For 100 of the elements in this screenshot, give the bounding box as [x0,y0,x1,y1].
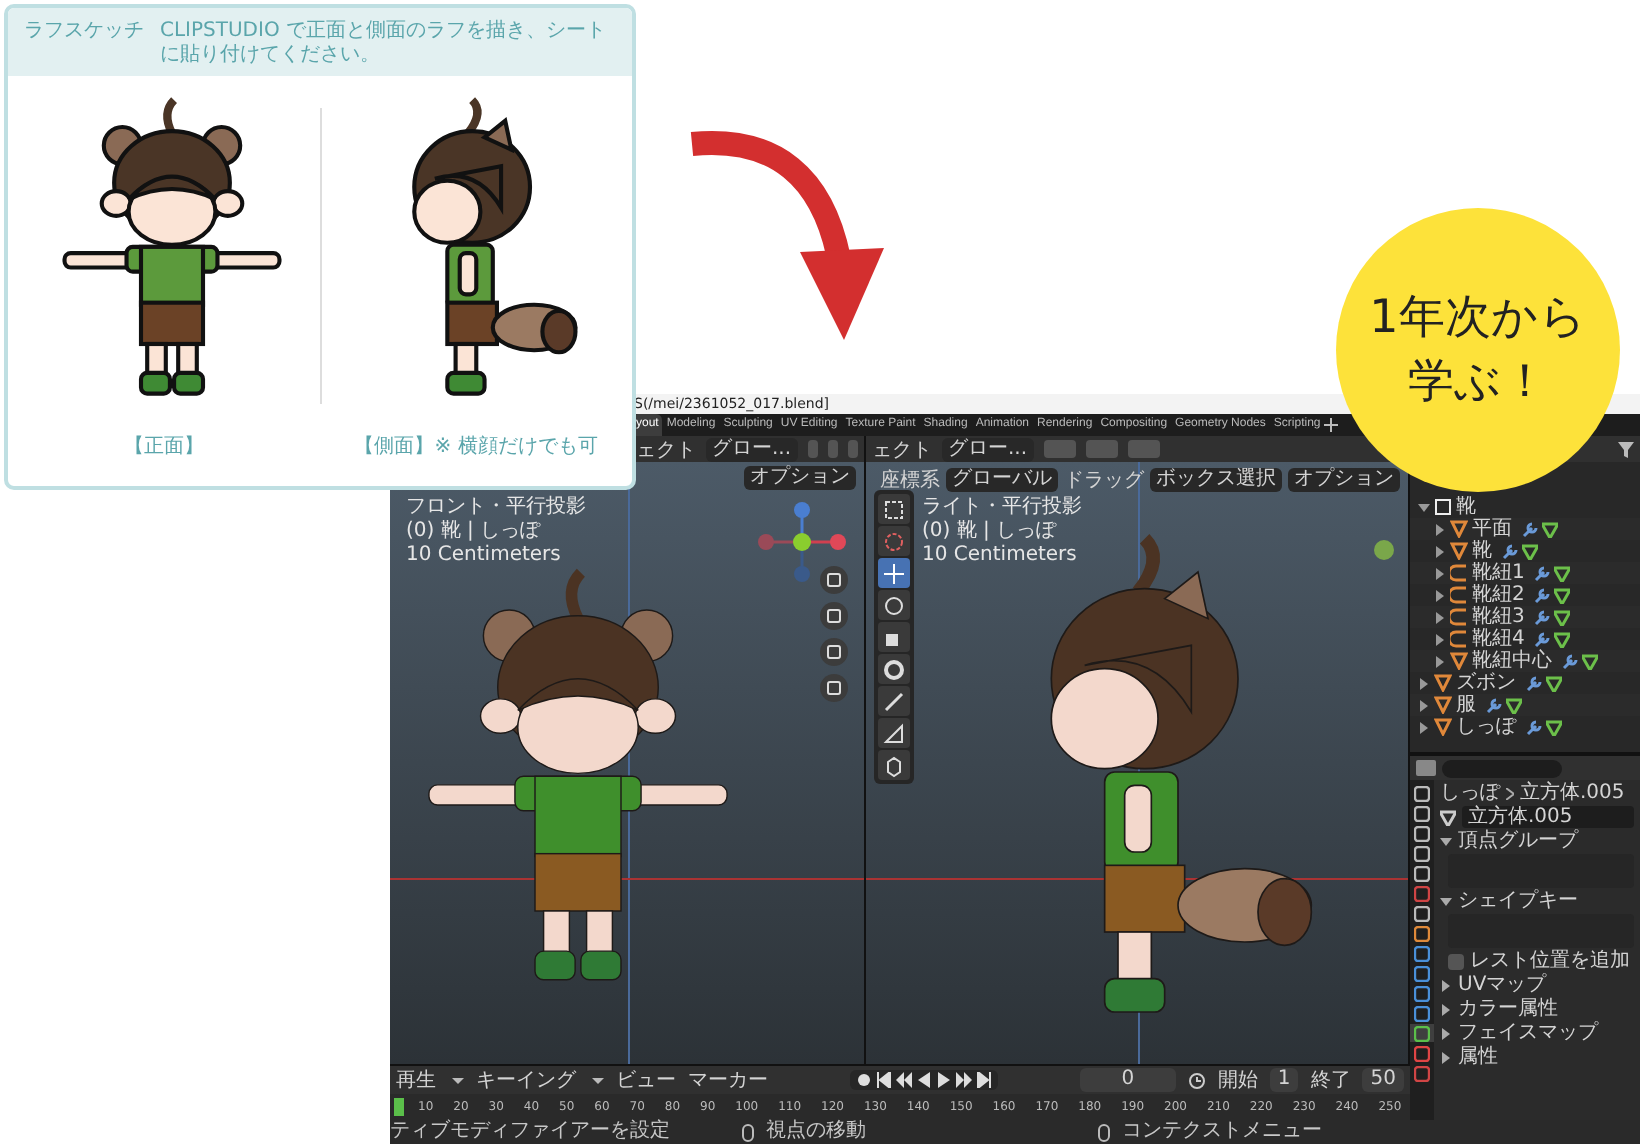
wrench-icon[interactable] [1534,587,1551,603]
properties-tab[interactable] [1410,1024,1434,1042]
next-keyframe-icon[interactable] [955,1072,972,1088]
axis-gizmo-icon[interactable] [1372,538,1396,562]
outliner-item[interactable]: 靴紐3 [1472,606,1525,628]
outliner-item[interactable]: 靴紐1 [1472,562,1525,584]
wrench-icon[interactable] [1534,609,1551,625]
collapse-arrow-icon[interactable] [1418,501,1430,513]
properties-tab[interactable] [1410,924,1434,942]
panel-header[interactable]: シェイプキー [1458,890,1578,912]
wrench-icon[interactable] [1486,697,1502,713]
add-icon[interactable] [1324,418,1339,432]
timeline-menu[interactable]: ビュー [616,1066,676,1094]
mesh-data-icon[interactable] [1440,809,1456,825]
jump-start-icon[interactable] [875,1072,892,1088]
tool-button[interactable] [878,622,910,652]
clock-icon[interactable] [1187,1071,1206,1089]
properties-tab[interactable] [1410,824,1434,842]
collapse-arrow-icon[interactable] [1440,835,1452,847]
expand-arrow-icon[interactable] [1440,1051,1452,1063]
expand-arrow-icon[interactable] [1434,655,1446,667]
outliner-item[interactable]: しっぽ [1456,716,1516,738]
outliner-item[interactable]: 平面 [1472,518,1512,540]
tool-button[interactable] [878,686,910,716]
wrench-icon[interactable] [1534,565,1551,581]
collapse-arrow-icon[interactable] [1440,895,1452,907]
expand-arrow-icon[interactable] [1434,545,1446,557]
tool-button[interactable] [878,654,910,684]
start-frame-field[interactable]: 1 [1269,1068,1299,1092]
panel-header[interactable]: 属性 [1458,1046,1498,1068]
outliner-item[interactable]: 靴紐中心 [1472,650,1552,672]
outliner-item[interactable]: 靴紐4 [1472,628,1525,650]
properties-tab[interactable] [1410,804,1434,822]
drag-dropdown[interactable]: ボックス選択 [1150,468,1282,492]
properties-tab[interactable] [1410,904,1434,922]
filter-icon[interactable] [1618,441,1634,457]
outliner-item[interactable]: 服 [1456,694,1476,716]
tool-button[interactable] [878,494,910,524]
expand-arrow-icon[interactable] [1418,721,1430,733]
properties-tab[interactable] [1410,784,1434,802]
mode-menu[interactable]: ェクト [636,436,696,462]
panel-header[interactable]: カラー属性 [1458,998,1558,1020]
play-icon[interactable] [935,1072,952,1088]
properties-tab[interactable] [1410,1044,1434,1062]
mesh-name-field[interactable]: 立方体.005 [1462,806,1634,828]
expand-arrow-icon[interactable] [1434,523,1446,535]
outliner-item[interactable]: 靴紐2 [1472,584,1525,606]
properties-tab[interactable] [1410,984,1434,1002]
timeline-menu[interactable]: マーカー [688,1066,768,1094]
mesh-data-icon[interactable] [1546,719,1562,735]
panel-header[interactable]: UVマップ [1458,974,1547,996]
outliner-item[interactable]: 靴 [1456,496,1476,518]
wrench-icon[interactable] [1522,521,1538,537]
timeline-menu[interactable]: 再生 [396,1066,436,1094]
options-dropdown[interactable]: オプション [1288,468,1400,492]
expand-arrow-icon[interactable] [1434,633,1446,645]
orientation-dropdown[interactable]: グロー... [706,437,798,461]
tool-button[interactable] [878,590,910,620]
current-frame-field[interactable]: 0 [1079,1068,1176,1092]
expand-arrow-icon[interactable] [1434,589,1446,601]
orientation-dropdown[interactable]: グロー... [942,437,1034,461]
tool-button[interactable] [878,718,910,748]
search-field[interactable] [1442,759,1562,777]
properties-tab[interactable] [1410,864,1434,882]
expand-arrow-icon[interactable] [1440,979,1452,991]
properties-tab[interactable] [1410,1004,1434,1022]
timeline-menu[interactable]: キーイング [476,1066,576,1094]
play-reverse-icon[interactable] [915,1072,932,1088]
expand-arrow-icon[interactable] [1418,699,1430,711]
properties-tab[interactable] [1410,844,1434,862]
expand-arrow-icon[interactable] [1434,611,1446,623]
coord-dropdown[interactable]: グローバル [946,468,1058,492]
expand-arrow-icon[interactable] [1440,1003,1452,1015]
tool-button[interactable] [878,750,910,780]
expand-arrow-icon[interactable] [1418,677,1430,689]
axis-gizmo-icon[interactable] [752,498,852,586]
properties-tab[interactable] [1410,944,1434,962]
outliner-item[interactable]: 靴 [1472,540,1492,562]
outliner-item[interactable]: ズボン [1456,672,1516,694]
properties-tab[interactable] [1410,1064,1434,1082]
wrench-icon[interactable] [1526,719,1542,735]
tool-button[interactable] [878,558,910,588]
expand-arrow-icon[interactable] [1440,1027,1452,1039]
checkbox[interactable] [1448,953,1464,969]
wrench-icon[interactable] [1562,653,1578,669]
wrench-icon[interactable] [1526,675,1542,691]
options-dropdown[interactable]: オプション [744,466,856,490]
wrench-icon[interactable] [1534,631,1551,647]
panel-header[interactable]: 頂点グループ [1458,830,1578,852]
record-icon[interactable] [855,1072,872,1088]
jump-end-icon[interactable] [975,1072,992,1088]
mesh-data-icon[interactable] [1506,697,1522,713]
mode-menu[interactable]: ェクト [872,436,932,462]
properties-tab[interactable] [1410,884,1434,902]
panel-header[interactable]: フェイスマップ [1458,1022,1598,1044]
previous-keyframe-icon[interactable] [895,1072,912,1088]
wrench-icon[interactable] [1502,543,1518,559]
mesh-data-icon[interactable] [1546,675,1562,691]
end-frame-field[interactable]: 50 [1362,1068,1405,1092]
expand-arrow-icon[interactable] [1434,567,1446,579]
